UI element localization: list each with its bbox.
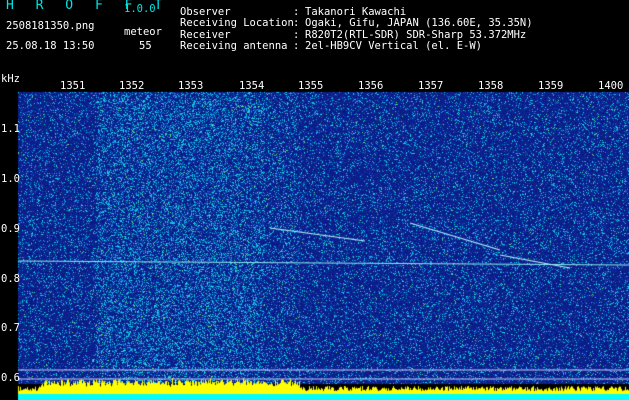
x-tick: 1354 bbox=[239, 80, 265, 92]
x-tick: 1355 bbox=[298, 80, 324, 92]
x-tick: 1357 bbox=[418, 80, 444, 92]
x-tick: 1400 bbox=[598, 80, 624, 92]
x-tick: 1352 bbox=[119, 80, 145, 92]
date-time: 25.08.18 13:50 bbox=[6, 40, 95, 52]
mode-label: meteor bbox=[124, 26, 162, 38]
spectrogram-plot: kHz 1351 1352 1353 1354 1355 1356 1357 1… bbox=[0, 73, 629, 400]
y-tick: 0.8 bbox=[1, 273, 20, 285]
x-tick: 1356 bbox=[358, 80, 384, 92]
y-tick: 0.7 bbox=[1, 322, 20, 334]
y-axis-unit: kHz bbox=[1, 73, 20, 85]
antenna-label: Receiving antenna bbox=[180, 40, 288, 52]
spectrogram-canvas bbox=[0, 78, 629, 400]
y-tick: 0.6 bbox=[1, 372, 20, 384]
app-version: 1.0.0 bbox=[124, 3, 156, 15]
antenna-separator: : bbox=[293, 40, 300, 52]
location-value: Ogaki, Gifu, JAPAN (136.60E, 35.35N) bbox=[305, 17, 533, 29]
y-tick: 1.1 bbox=[1, 123, 20, 135]
y-tick: 1.0 bbox=[1, 173, 20, 185]
x-tick: 1358 bbox=[478, 80, 504, 92]
antenna-value: 2el-HB9CV Vertical (el. E-W) bbox=[305, 40, 483, 52]
x-tick: 1351 bbox=[60, 80, 86, 92]
x-tick: 1359 bbox=[538, 80, 564, 92]
x-tick: 1353 bbox=[178, 80, 204, 92]
meteor-count: 55 bbox=[139, 40, 152, 52]
location-separator: : bbox=[293, 17, 300, 29]
file-name: 2508181350.png bbox=[6, 20, 95, 32]
location-label: Receiving Location bbox=[180, 17, 294, 29]
y-tick: 0.9 bbox=[1, 223, 20, 235]
